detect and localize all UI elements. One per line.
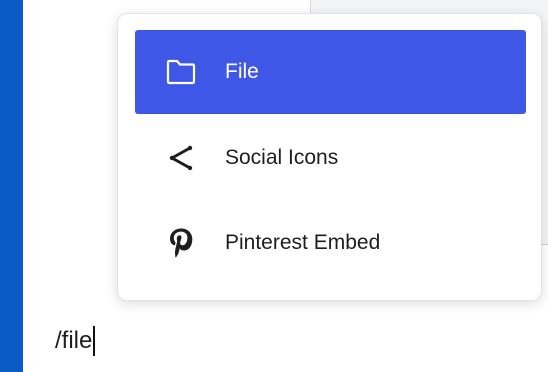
- text-caret: [93, 326, 96, 356]
- menu-item-social-icons[interactable]: Social Icons: [135, 116, 526, 200]
- menu-item-pinterest-embed[interactable]: Pinterest Embed: [135, 201, 526, 285]
- left-sidebar-strip: [0, 0, 23, 372]
- typed-slash-command: /file: [55, 327, 93, 354]
- pinterest-icon: [166, 228, 196, 258]
- share-icon: [166, 143, 196, 173]
- menu-item-label: Social Icons: [225, 146, 339, 169]
- menu-item-label: Pinterest Embed: [225, 231, 381, 254]
- menu-item-file[interactable]: File: [135, 30, 526, 114]
- folder-icon: [166, 57, 196, 87]
- editor-text-input[interactable]: /file: [55, 323, 96, 359]
- editor-window: File Social Icons Pinterest Embed /file: [0, 0, 548, 372]
- block-inserter-menu: File Social Icons Pinterest Embed: [117, 13, 542, 301]
- menu-item-label: File: [225, 60, 259, 83]
